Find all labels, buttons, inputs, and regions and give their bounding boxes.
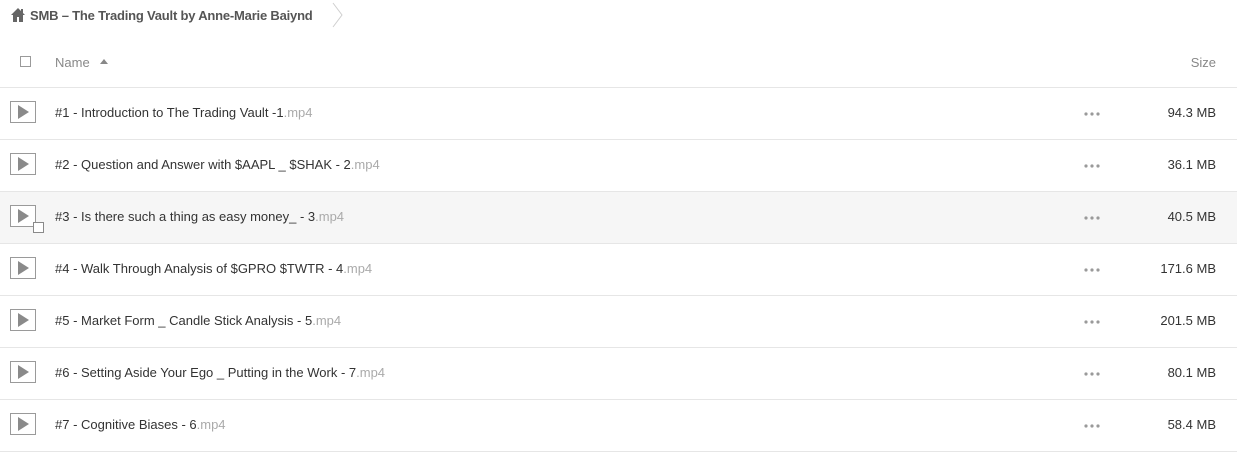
file-name-base: #4 - Walk Through Analysis of $GPRO $TWT… — [55, 261, 344, 276]
more-options-icon[interactable] — [1084, 112, 1100, 116]
more-options-icon[interactable] — [1084, 320, 1100, 324]
select-all-checkbox[interactable] — [20, 56, 31, 67]
play-icon[interactable] — [10, 257, 36, 279]
file-name-base: #7 - Cognitive Biases - 6 — [55, 417, 197, 432]
file-extension: .mp4 — [312, 313, 342, 328]
chevron-right-icon — [332, 2, 343, 28]
play-icon[interactable] — [10, 101, 36, 123]
file-row[interactable]: #4 - Walk Through Analysis of $GPRO $TWT… — [0, 244, 1237, 296]
file-name[interactable]: #6 - Setting Aside Your Ego _ Putting in… — [55, 365, 385, 380]
file-extension: .mp4 — [283, 105, 313, 120]
file-extension: .mp4 — [343, 261, 373, 276]
file-name-base: #2 - Question and Answer with $AAPL _ $S… — [55, 157, 351, 172]
file-row[interactable]: #1 - Introduction to The Trading Vault -… — [0, 88, 1237, 140]
file-row[interactable]: #2 - Question and Answer with $AAPL _ $S… — [0, 140, 1237, 192]
file-name-base: #1 - Introduction to The Trading Vault -… — [55, 105, 284, 120]
file-name[interactable]: #4 - Walk Through Analysis of $GPRO $TWT… — [55, 261, 372, 276]
file-extension: .mp4 — [356, 365, 386, 380]
file-size: 171.6 MB — [1160, 261, 1216, 276]
file-name-base: #6 - Setting Aside Your Ego _ Putting in… — [55, 365, 357, 380]
file-size: 36.1 MB — [1167, 157, 1216, 172]
file-row[interactable]: #6 - Setting Aside Your Ego _ Putting in… — [0, 348, 1237, 400]
more-options-icon[interactable] — [1084, 164, 1100, 168]
file-extension: .mp4 — [196, 417, 226, 432]
more-options-icon[interactable] — [1084, 424, 1100, 428]
play-icon[interactable] — [10, 309, 36, 331]
file-name[interactable]: #3 - Is there such a thing as easy money… — [55, 209, 344, 224]
file-list: #1 - Introduction to The Trading Vault -… — [0, 88, 1237, 452]
list-header: Name Size — [0, 38, 1237, 88]
file-row[interactable]: #3 - Is there such a thing as easy money… — [0, 192, 1237, 244]
play-icon[interactable] — [10, 413, 36, 435]
file-row[interactable]: #5 - Market Form _ Candle Stick Analysis… — [0, 296, 1237, 348]
breadcrumb-current-folder[interactable]: SMB – The Trading Vault by Anne-Marie Ba… — [30, 8, 313, 23]
file-size: 40.5 MB — [1167, 209, 1216, 224]
more-options-icon[interactable] — [1084, 372, 1100, 376]
file-name[interactable]: #1 - Introduction to The Trading Vault -… — [55, 105, 313, 120]
file-name[interactable]: #5 - Market Form _ Candle Stick Analysis… — [55, 313, 341, 328]
row-checkbox[interactable] — [33, 222, 44, 233]
file-name[interactable]: #7 - Cognitive Biases - 6.mp4 — [55, 417, 226, 432]
file-size: 94.3 MB — [1167, 105, 1216, 120]
file-row[interactable]: #7 - Cognitive Biases - 6.mp4 58.4 MB — [0, 400, 1237, 452]
file-size: 201.5 MB — [1160, 313, 1216, 328]
sort-ascending-icon[interactable] — [100, 59, 108, 64]
more-options-icon[interactable] — [1084, 216, 1100, 220]
file-name-base: #3 - Is there such a thing as easy money… — [55, 209, 316, 224]
file-extension: .mp4 — [315, 209, 345, 224]
file-name-base: #5 - Market Form _ Candle Stick Analysis… — [55, 313, 313, 328]
column-header-size[interactable]: Size — [1191, 55, 1216, 70]
file-size: 58.4 MB — [1167, 417, 1216, 432]
file-name[interactable]: #2 - Question and Answer with $AAPL _ $S… — [55, 157, 380, 172]
file-size: 80.1 MB — [1167, 365, 1216, 380]
file-extension: .mp4 — [350, 157, 380, 172]
play-icon[interactable] — [10, 153, 36, 175]
home-icon[interactable] — [10, 7, 26, 23]
play-icon[interactable] — [10, 361, 36, 383]
more-options-icon[interactable] — [1084, 268, 1100, 272]
column-header-name[interactable]: Name — [55, 55, 90, 70]
